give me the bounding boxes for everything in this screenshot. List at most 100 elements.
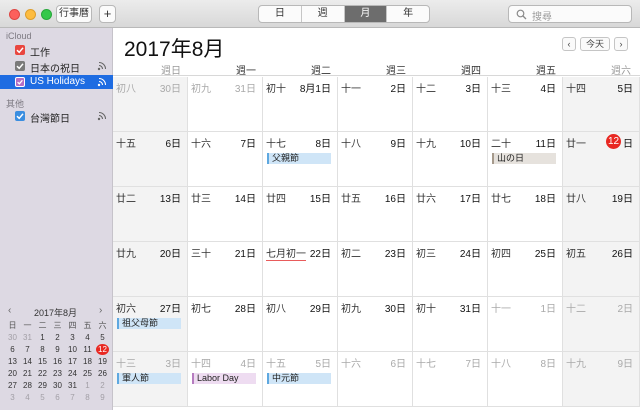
mini-calendar-day[interactable]: 21 [21,368,34,379]
mini-calendar-day[interactable]: 19 [96,356,109,367]
day-cell[interactable]: 廿二 13日 [113,187,188,242]
day-cell[interactable]: 十四 5日 [563,77,640,132]
mini-calendar-day[interactable]: 1 [36,332,49,343]
view-week-button[interactable]: 週 [302,6,345,22]
day-cell[interactable]: 七月初一 22日 [263,242,338,297]
checkbox-icon[interactable] [15,45,25,55]
day-cell[interactable]: 十二 2日 [563,297,640,352]
minimize-window-button[interactable] [25,9,36,20]
day-cell[interactable]: 十三 4日 [488,77,563,132]
mini-calendar-day[interactable]: 7 [21,344,34,355]
day-cell[interactable]: 十六 7日 [188,132,263,187]
day-cell[interactable]: 十七 8日 父親節 [263,132,338,187]
day-cell[interactable]: 廿一 12 日 [563,132,640,187]
today-button[interactable]: 今天 [580,37,610,51]
mini-calendar-day[interactable]: 8 [81,392,94,403]
day-cell[interactable]: 初九 31日 [188,77,263,132]
view-day-button[interactable]: 日 [259,6,302,22]
day-cell[interactable]: 初五 26日 [563,242,640,297]
mini-calendar-day[interactable]: 16 [51,356,64,367]
calendar-event[interactable]: 軍人節 [117,373,181,384]
mini-calendar-day[interactable]: 6 [51,392,64,403]
day-cell[interactable]: 初四 25日 [488,242,563,297]
checkbox-icon[interactable] [15,77,25,87]
day-cell[interactable]: 十五 5日 中元節 [263,352,338,407]
mini-next-month-button[interactable]: › [99,305,102,316]
mini-calendar-day[interactable]: 2 [51,332,64,343]
day-cell[interactable]: 十九 9日 [563,352,640,407]
day-cell[interactable]: 初八 30日 [113,77,188,132]
day-cell[interactable]: 廿七 18日 [488,187,563,242]
prev-month-button[interactable]: ‹ [562,37,576,51]
mini-calendar-day[interactable]: 3 [66,332,79,343]
day-cell[interactable]: 初十 8月1日 [263,77,338,132]
mini-calendar-day[interactable]: 31 [21,332,34,343]
next-month-button[interactable]: › [614,37,628,51]
checkbox-icon[interactable] [15,61,25,71]
mini-calendar-day[interactable]: 24 [66,368,79,379]
mini-calendar-day[interactable]: 1 [81,380,94,391]
mini-calendar-day[interactable]: 29 [36,380,49,391]
checkbox-icon[interactable] [15,111,25,121]
day-cell[interactable]: 初六 27日 祖父母節 [113,297,188,352]
day-cell[interactable]: 十二 3日 [413,77,488,132]
day-cell[interactable]: 三十 21日 [188,242,263,297]
day-cell[interactable]: 十五 6日 [113,132,188,187]
calendar-event[interactable]: 山の日 [492,153,556,164]
calendar-event[interactable]: 祖父母節 [117,318,181,329]
mini-calendar-day[interactable]: 4 [81,332,94,343]
mini-calendar-day[interactable]: 12 [96,344,109,355]
day-cell[interactable]: 初十 31日 [413,297,488,352]
day-cell[interactable]: 初三 24日 [413,242,488,297]
mini-calendar-day[interactable]: 4 [21,392,34,403]
day-cell[interactable]: 廿九 20日 [113,242,188,297]
mini-calendar-day[interactable]: 18 [81,356,94,367]
calendar-event[interactable]: 父親節 [267,153,331,164]
day-cell[interactable]: 廿六 17日 [413,187,488,242]
day-cell[interactable]: 初二 23日 [338,242,413,297]
day-cell[interactable]: 十一 1日 [488,297,563,352]
day-cell[interactable]: 十八 9日 [338,132,413,187]
day-cell[interactable]: 廿五 16日 [338,187,413,242]
day-cell[interactable]: 初七 28日 [188,297,263,352]
mini-calendar-day[interactable]: 8 [36,344,49,355]
mini-calendar-day[interactable]: 22 [36,368,49,379]
mini-calendar-day[interactable]: 6 [6,344,19,355]
mini-prev-month-button[interactable]: ‹ [8,305,11,316]
mini-calendar-day[interactable]: 30 [6,332,19,343]
search-input[interactable]: 搜尋 [508,5,632,23]
mini-calendar-day[interactable]: 11 [81,344,94,355]
mini-calendar-day[interactable]: 26 [96,368,109,379]
sidebar-item-work[interactable]: 工作 [0,43,113,59]
mini-calendar-day[interactable]: 5 [36,392,49,403]
mini-calendar-day[interactable]: 25 [81,368,94,379]
day-cell[interactable]: 廿三 14日 [188,187,263,242]
day-cell[interactable]: 十四 4日 Labor Day [188,352,263,407]
view-year-button[interactable]: 年 [387,6,429,22]
zoom-window-button[interactable] [41,9,52,20]
mini-calendar-day[interactable]: 13 [6,356,19,367]
day-cell[interactable]: 初九 30日 [338,297,413,352]
day-cell[interactable]: 十七 7日 [413,352,488,407]
mini-calendar-day[interactable]: 7 [66,392,79,403]
day-cell[interactable]: 二十 11日 山の日 [488,132,563,187]
day-cell[interactable]: 十八 8日 [488,352,563,407]
day-cell[interactable]: 廿四 15日 [263,187,338,242]
mini-calendar-day[interactable]: 15 [36,356,49,367]
mini-calendar-day[interactable]: 23 [51,368,64,379]
sidebar-item-japan-holidays[interactable]: 日本の祝日 [0,59,113,75]
day-cell[interactable]: 十六 6日 [338,352,413,407]
mini-calendar-day[interactable]: 27 [6,380,19,391]
day-cell[interactable]: 初八 29日 [263,297,338,352]
day-cell[interactable]: 廿八 19日 [563,187,640,242]
mini-calendar-day[interactable]: 5 [96,332,109,343]
sidebar-item-taiwan-holidays[interactable]: 台灣節日 [0,109,113,125]
mini-calendar-day[interactable]: 2 [96,380,109,391]
mini-calendar-day[interactable]: 17 [66,356,79,367]
close-window-button[interactable] [9,9,20,20]
add-event-button[interactable]: + [99,5,116,23]
view-month-button[interactable]: 月 [344,6,388,22]
mini-calendar-day[interactable]: 14 [21,356,34,367]
mini-calendar-day[interactable]: 3 [6,392,19,403]
mini-calendar-day[interactable]: 10 [66,344,79,355]
